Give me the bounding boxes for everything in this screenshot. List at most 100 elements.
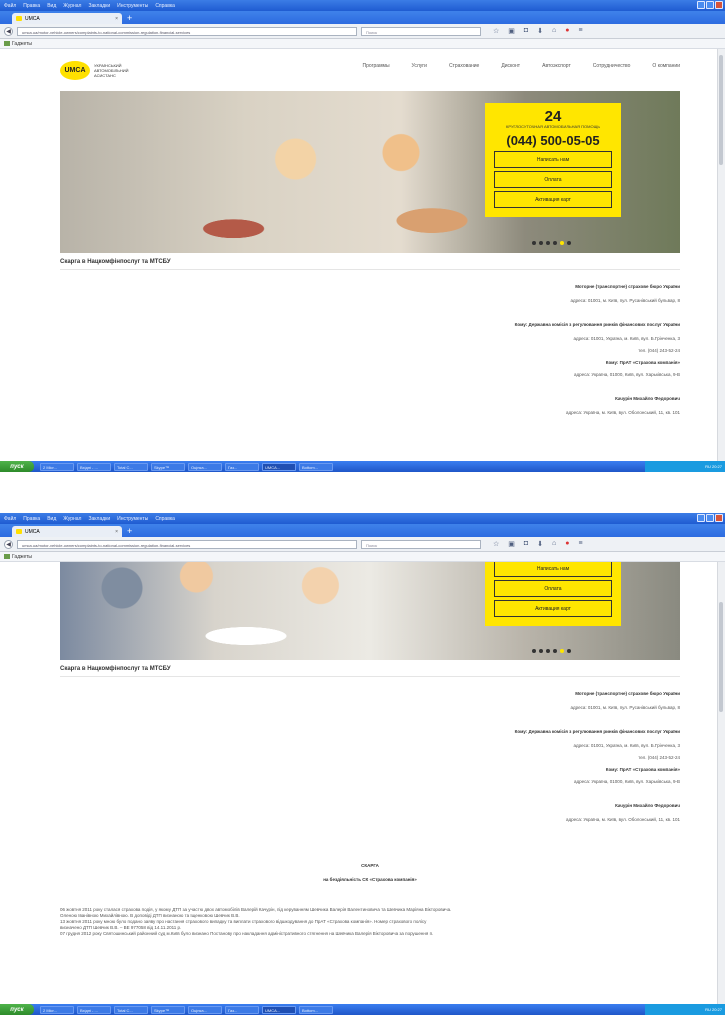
clipboard-icon[interactable]: ▣ xyxy=(508,540,515,548)
url-field[interactable]: umca.ua/motor-vehicle-owners/complaints-… xyxy=(17,26,357,36)
taskbar-item[interactable]: Газ... xyxy=(225,1005,259,1014)
taskbar-item[interactable]: Skype™ xyxy=(151,462,185,471)
slider-dot[interactable] xyxy=(546,649,550,653)
scroll-thumb[interactable] xyxy=(719,602,723,712)
vertical-scrollbar[interactable] xyxy=(717,562,725,1005)
bookmarks-bar: Гаджеты xyxy=(0,552,725,562)
slider-dot[interactable] xyxy=(553,649,557,653)
close-button[interactable] xyxy=(715,514,723,522)
payment-button[interactable]: Оплата xyxy=(494,171,612,188)
slider-dot-active[interactable] xyxy=(560,241,564,245)
url-field[interactable]: umca.ua/motor-vehicle-owners/complaints-… xyxy=(17,539,357,549)
maximize-button[interactable] xyxy=(706,1,714,9)
taskbar-item[interactable]: UMCA... xyxy=(262,462,296,471)
star-icon[interactable]: ☆ xyxy=(493,27,499,35)
taskbar-item[interactable]: 2 Micr... xyxy=(40,462,74,471)
minimize-button[interactable] xyxy=(697,1,705,9)
hotline-phone[interactable]: (044) 500-05-05 xyxy=(494,133,612,148)
menu-tools[interactable]: Инструменты xyxy=(117,516,148,522)
taskbar-item[interactable]: Вхідні - ... xyxy=(77,462,111,471)
bookmark-gadgets[interactable]: Гаджеты xyxy=(12,554,32,560)
star-icon[interactable]: ☆ xyxy=(493,540,499,548)
start-button[interactable]: пуск xyxy=(0,461,34,472)
menu-bookmarks[interactable]: Закладки xyxy=(88,3,110,9)
page-title: Скарга в Нацкомфінпослуг та МТСБУ xyxy=(60,253,680,270)
menu-file[interactable]: Файл xyxy=(4,3,16,9)
browser-tab[interactable]: UMCA × xyxy=(12,13,122,24)
recipient-label: Качурін Михайло Федорович xyxy=(615,396,680,401)
taskbar-item[interactable]: Оцінка... xyxy=(188,462,222,471)
slider-dot[interactable] xyxy=(546,241,550,245)
taskbar-item[interactable]: Skype™ xyxy=(151,1005,185,1014)
nav-programs[interactable]: Программы xyxy=(363,63,390,69)
taskbar-item[interactable]: Bottom... xyxy=(299,462,333,471)
write-us-button[interactable]: Написать нам xyxy=(494,562,612,577)
scroll-thumb[interactable] xyxy=(719,55,723,165)
taskbar-item[interactable]: 2 Micr... xyxy=(40,1005,74,1014)
tab-close-icon[interactable]: × xyxy=(115,529,118,535)
nav-about[interactable]: О компании xyxy=(652,63,680,69)
home-icon[interactable]: ⌂ xyxy=(552,540,556,548)
nav-discount[interactable]: Дисконт xyxy=(501,63,520,69)
back-icon[interactable]: ◀ xyxy=(4,539,13,549)
umca-logo[interactable]: UMCA xyxy=(60,60,90,80)
card-activation-button[interactable]: Активация карт xyxy=(494,191,612,208)
menu-edit[interactable]: Правка xyxy=(23,516,40,522)
home-icon[interactable]: ⌂ xyxy=(552,27,556,35)
taskbar-item[interactable]: Total C... xyxy=(114,462,148,471)
card-activation-button[interactable]: Активация карт xyxy=(494,600,612,617)
slider-dot[interactable] xyxy=(532,649,536,653)
taskbar-item[interactable]: Bottom... xyxy=(299,1005,333,1014)
close-button[interactable] xyxy=(715,1,723,9)
abp-icon[interactable]: ● xyxy=(565,540,569,548)
taskbar-item[interactable]: UMCA... xyxy=(262,1005,296,1014)
menu-view[interactable]: Вид xyxy=(47,516,56,522)
minimize-button[interactable] xyxy=(697,514,705,522)
abp-icon[interactable]: ● xyxy=(565,27,569,35)
search-field[interactable]: Поиск xyxy=(361,26,481,36)
menu-history[interactable]: Журнал xyxy=(63,3,81,9)
taskbar-item[interactable]: Total C... xyxy=(114,1005,148,1014)
menu-file[interactable]: Файл xyxy=(4,516,16,522)
new-tab-icon[interactable]: + xyxy=(127,526,132,537)
slider-dot[interactable] xyxy=(567,649,571,653)
menu-tools[interactable]: Инструменты xyxy=(117,3,148,9)
menu-icon[interactable]: ≡ xyxy=(578,27,582,35)
vertical-scrollbar[interactable] xyxy=(717,49,725,462)
back-icon[interactable]: ◀ xyxy=(4,26,13,36)
clipboard-icon[interactable]: ▣ xyxy=(508,27,515,35)
start-button[interactable]: пуск xyxy=(0,1004,34,1015)
bookmark-gadgets[interactable]: Гаджеты xyxy=(12,41,32,47)
menu-view[interactable]: Вид xyxy=(47,3,56,9)
nav-insurance[interactable]: Страхование xyxy=(449,63,479,69)
nav-autoexport[interactable]: Автоэкспорт xyxy=(542,63,571,69)
download-icon[interactable]: ⬇ xyxy=(537,540,543,548)
write-us-button[interactable]: Написать нам xyxy=(494,151,612,168)
maximize-button[interactable] xyxy=(706,514,714,522)
taskbar-item[interactable]: Вхідні - ... xyxy=(77,1005,111,1014)
nav-cooperation[interactable]: Сотрудничество xyxy=(593,63,631,69)
menu-edit[interactable]: Правка xyxy=(23,3,40,9)
menu-help[interactable]: Справка xyxy=(155,3,175,9)
tab-close-icon[interactable]: × xyxy=(115,16,118,22)
search-field[interactable]: Поиск xyxy=(361,539,481,549)
menu-bookmarks[interactable]: Закладки xyxy=(88,516,110,522)
taskbar-item[interactable]: Оцінка... xyxy=(188,1005,222,1014)
new-tab-icon[interactable]: + xyxy=(127,13,132,24)
payment-button[interactable]: Оплата xyxy=(494,580,612,597)
nav-services[interactable]: Услуги xyxy=(412,63,427,69)
menu-help[interactable]: Справка xyxy=(155,516,175,522)
menu-icon[interactable]: ≡ xyxy=(578,540,582,548)
menu-history[interactable]: Журнал xyxy=(63,516,81,522)
slider-dot-active[interactable] xyxy=(560,649,564,653)
slider-dot[interactable] xyxy=(567,241,571,245)
taskbar-item[interactable]: Газ... xyxy=(225,462,259,471)
slider-dot[interactable] xyxy=(539,649,543,653)
pocket-icon[interactable]: ◘ xyxy=(524,27,528,35)
slider-dot[interactable] xyxy=(539,241,543,245)
pocket-icon[interactable]: ◘ xyxy=(524,540,528,548)
download-icon[interactable]: ⬇ xyxy=(537,27,543,35)
browser-tab[interactable]: UMCA × xyxy=(12,526,122,537)
slider-dot[interactable] xyxy=(553,241,557,245)
slider-dot[interactable] xyxy=(532,241,536,245)
